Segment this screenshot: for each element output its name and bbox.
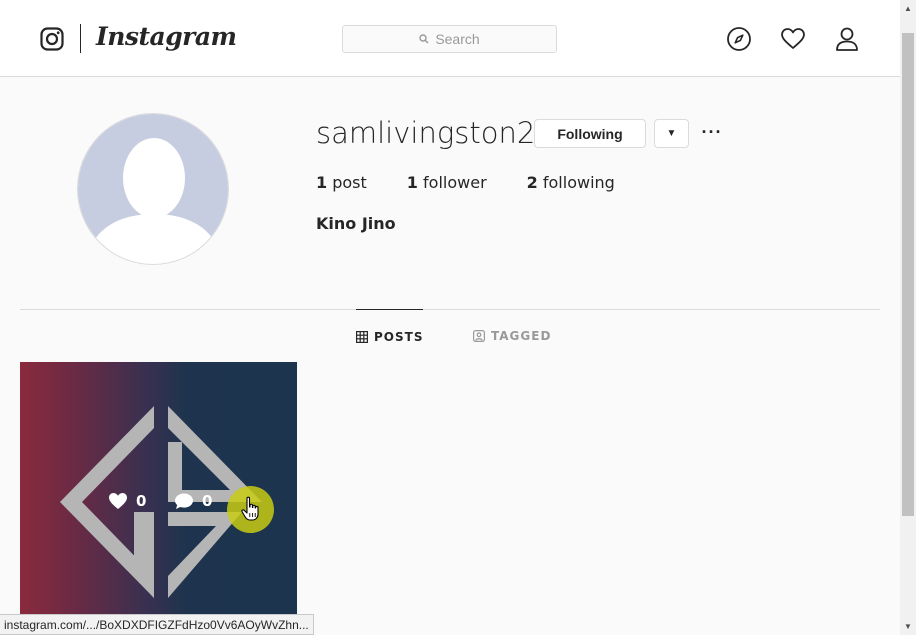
- followers-link[interactable]: 1 follower: [407, 173, 487, 192]
- top-navbar: Instagram Search: [0, 0, 900, 77]
- browser-status-bar: instagram.com/.../BoXDXDFIGZFdHzo0Vv6AOy…: [0, 614, 314, 635]
- instagram-glyph-icon[interactable]: [40, 27, 64, 51]
- search-input[interactable]: Search: [342, 25, 557, 53]
- tagged-person-icon: [473, 330, 485, 342]
- heart-icon[interactable]: [780, 26, 806, 52]
- profile-avatar[interactable]: [77, 113, 229, 265]
- profile-username: samlivingston2: [316, 116, 536, 150]
- default-avatar-icon: [78, 114, 228, 264]
- scroll-up-icon[interactable]: ▲: [900, 0, 916, 17]
- following-button[interactable]: Following: [534, 119, 646, 148]
- search-icon: [419, 34, 429, 44]
- scrollbar-thumb[interactable]: [902, 33, 914, 516]
- grid-icon: [356, 330, 368, 343]
- comment-bubble-icon: [175, 493, 193, 509]
- tab-posts-label: POSTS: [374, 329, 424, 344]
- tab-tagged-label: TAGGED: [491, 329, 552, 343]
- tabs-divider: [20, 309, 880, 310]
- profile-icon[interactable]: [834, 26, 860, 52]
- tab-posts[interactable]: POSTS: [356, 309, 424, 345]
- hand-pointer-icon: [241, 496, 259, 521]
- chevron-down-icon: ▼: [666, 128, 677, 139]
- post-comments-count: 0: [174, 492, 212, 510]
- heart-filled-icon: [109, 493, 127, 509]
- vertical-scrollbar[interactable]: ▲ ▼: [900, 0, 916, 635]
- scroll-down-icon[interactable]: ▼: [900, 618, 916, 635]
- post-likes-count: 0: [108, 492, 146, 510]
- profile-full-name: Kino Jino: [316, 214, 396, 233]
- suggestions-dropdown-button[interactable]: ▼: [654, 119, 689, 148]
- tab-tagged[interactable]: TAGGED: [473, 309, 551, 345]
- compass-icon[interactable]: [726, 26, 752, 52]
- posts-count: 1 post: [316, 173, 367, 192]
- more-options-icon[interactable]: ···: [700, 120, 724, 144]
- search-placeholder: Search: [435, 31, 480, 47]
- profile-stats: 1 post 1 follower 2 following: [316, 173, 655, 192]
- instagram-wordmark[interactable]: Instagram: [96, 22, 237, 51]
- logo-divider: [80, 24, 81, 53]
- following-link[interactable]: 2 following: [527, 173, 615, 192]
- status-url: instagram.com/.../BoXDXDFIGZFdHzo0Vv6AOy…: [4, 617, 309, 632]
